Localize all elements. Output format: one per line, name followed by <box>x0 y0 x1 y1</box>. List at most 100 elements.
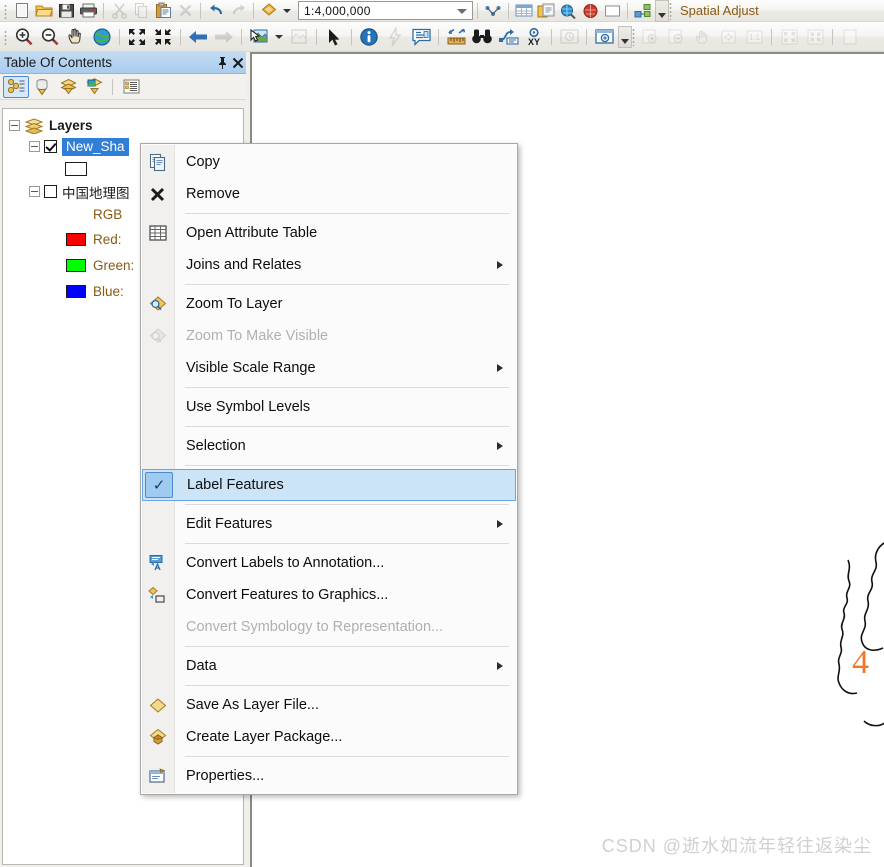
menu-item-convert-labels-to-annotation[interactable]: Convert Labels to Annotation... <box>141 547 517 579</box>
toc-options-button[interactable] <box>118 76 144 98</box>
python-window-button[interactable] <box>601 1 623 21</box>
menu-item-joins-and-relates[interactable]: Joins and Relates <box>141 249 517 281</box>
cut-button[interactable] <box>108 1 130 21</box>
go-forward-extent-button[interactable] <box>211 24 237 50</box>
layer-visibility-checkbox[interactable] <box>44 185 57 198</box>
menu-separator <box>185 213 509 214</box>
toolbar-separator <box>832 28 833 45</box>
zoom-make-visible-icon <box>141 320 174 352</box>
menu-item-label: Use Symbol Levels <box>186 399 311 415</box>
toc-root-layers[interactable]: Layers <box>3 115 243 136</box>
menu-item-visible-scale-range[interactable]: Visible Scale Range <box>141 352 517 384</box>
menu-item-remove[interactable]: Remove <box>141 178 517 210</box>
menu-item-convert-symbology-to-representation[interactable]: Convert Symbology to Representation... <box>141 611 517 643</box>
zoom-out-button[interactable] <box>37 24 63 50</box>
menu-item-copy[interactable]: Copy <box>141 146 517 178</box>
layout-pan-button[interactable] <box>689 24 715 50</box>
menu-item-create-layer-package[interactable]: Create Layer Package... <box>141 721 517 753</box>
band-color-swatch-red[interactable] <box>66 232 86 246</box>
layout-zoom-out-button[interactable] <box>663 24 689 50</box>
create-viewer-window-button[interactable] <box>591 24 617 50</box>
select-dropdown-caret[interactable] <box>275 34 283 39</box>
identify-button[interactable] <box>356 24 382 50</box>
pin-icon[interactable] <box>214 54 230 72</box>
expander-icon[interactable] <box>9 120 20 131</box>
menu-item-properties[interactable]: Properties... <box>141 760 517 792</box>
delete-button[interactable] <box>174 1 196 21</box>
empty-polygon-swatch[interactable] <box>65 162 87 176</box>
tools-overflow-button[interactable] <box>618 25 632 48</box>
menu-item-label: Convert Features to Graphics... <box>186 587 389 603</box>
hyperlink-button[interactable] <box>382 24 408 50</box>
toolbar-grip[interactable] <box>669 1 674 20</box>
pan-button[interactable] <box>63 24 89 50</box>
toolbar-overflow-button[interactable] <box>655 0 669 22</box>
new-map-button[interactable] <box>11 1 33 21</box>
expander-icon[interactable] <box>29 141 40 152</box>
redo-button[interactable] <box>227 1 249 21</box>
chevron-down-icon[interactable] <box>457 8 467 14</box>
go-back-extent-button[interactable] <box>185 24 211 50</box>
toolbar-grip[interactable] <box>2 28 9 45</box>
list-by-selection-button[interactable] <box>81 76 107 98</box>
fixed-zoom-in-button[interactable] <box>124 24 150 50</box>
search-window-button[interactable] <box>557 1 579 21</box>
close-icon[interactable] <box>230 54 246 72</box>
fixed-zoom-out-button[interactable] <box>150 24 176 50</box>
menu-item-label-features[interactable]: ✓ Label Features <box>142 469 516 501</box>
layout-extra-button[interactable] <box>837 24 863 50</box>
select-features-button[interactable] <box>246 24 272 50</box>
menu-item-save-as-layer-file[interactable]: Save As Layer File... <box>141 689 517 721</box>
save-button[interactable] <box>55 1 77 21</box>
find-button[interactable] <box>469 24 495 50</box>
band-color-swatch-blue[interactable] <box>66 284 86 298</box>
menu-item-edit-features[interactable]: Edit Features <box>141 508 517 540</box>
menu-item-data[interactable]: Data <box>141 650 517 682</box>
toolbox-dropdown-caret[interactable] <box>283 8 291 13</box>
html-popup-button[interactable] <box>408 24 434 50</box>
toolbar-grip[interactable] <box>2 2 9 19</box>
editor-toolbar-button[interactable] <box>482 1 504 21</box>
go-to-xy-button[interactable]: XY <box>521 24 547 50</box>
measure-button[interactable] <box>443 24 469 50</box>
menu-item-open-attribute-table[interactable]: Open Attribute Table <box>141 217 517 249</box>
full-extent-button[interactable] <box>89 24 115 50</box>
toolbar-separator <box>253 2 254 19</box>
arcgis-online-button[interactable] <box>579 1 601 21</box>
toolbox-button[interactable] <box>258 1 280 21</box>
paste-button[interactable] <box>152 1 174 21</box>
print-button[interactable] <box>77 1 99 21</box>
band-color-swatch-green[interactable] <box>66 258 86 272</box>
open-button[interactable] <box>33 1 55 21</box>
select-elements-button[interactable] <box>321 24 347 50</box>
map-scale-combo[interactable]: 1:4,000,000 <box>298 1 473 20</box>
layer-visibility-checkbox[interactable] <box>44 140 57 153</box>
undo-button[interactable] <box>205 1 227 21</box>
time-slider-button[interactable] <box>556 24 582 50</box>
layout-fixed-zoom-out-button[interactable] <box>802 24 828 50</box>
menu-item-use-symbol-levels[interactable]: Use Symbol Levels <box>141 391 517 423</box>
menu-item-zoom-to-layer[interactable]: Zoom To Layer <box>141 288 517 320</box>
layer-context-menu[interactable]: Copy Remove Open Attribute Table Joins a… <box>140 143 518 795</box>
layout-zoom-in-button[interactable] <box>637 24 663 50</box>
model-builder-button[interactable] <box>632 1 654 21</box>
catalog-button[interactable] <box>535 1 557 21</box>
layout-fixed-zoom-in-button[interactable] <box>776 24 802 50</box>
menu-item-selection[interactable]: Selection <box>141 430 517 462</box>
menu-item-convert-features-to-graphics[interactable]: Convert Features to Graphics... <box>141 579 517 611</box>
layout-full-extent-button[interactable] <box>715 24 741 50</box>
find-route-button[interactable] <box>495 24 521 50</box>
zoom-in-button[interactable] <box>11 24 37 50</box>
toolbar-separator <box>119 28 120 45</box>
list-by-visibility-button[interactable] <box>55 76 81 98</box>
expander-icon[interactable] <box>29 186 40 197</box>
table-window-button[interactable] <box>513 1 535 21</box>
copy-button[interactable] <box>130 1 152 21</box>
list-by-source-button[interactable] <box>29 76 55 98</box>
convert-labels-annotation-icon <box>141 547 174 579</box>
menu-item-zoom-to-make-visible[interactable]: Zoom To Make Visible <box>141 320 517 352</box>
list-by-drawing-order-button[interactable] <box>3 75 29 98</box>
clear-selection-button[interactable] <box>286 24 312 50</box>
layout-1-to-1-button[interactable]: 1:1 <box>741 24 767 50</box>
zoom-to-layer-icon <box>141 288 174 320</box>
